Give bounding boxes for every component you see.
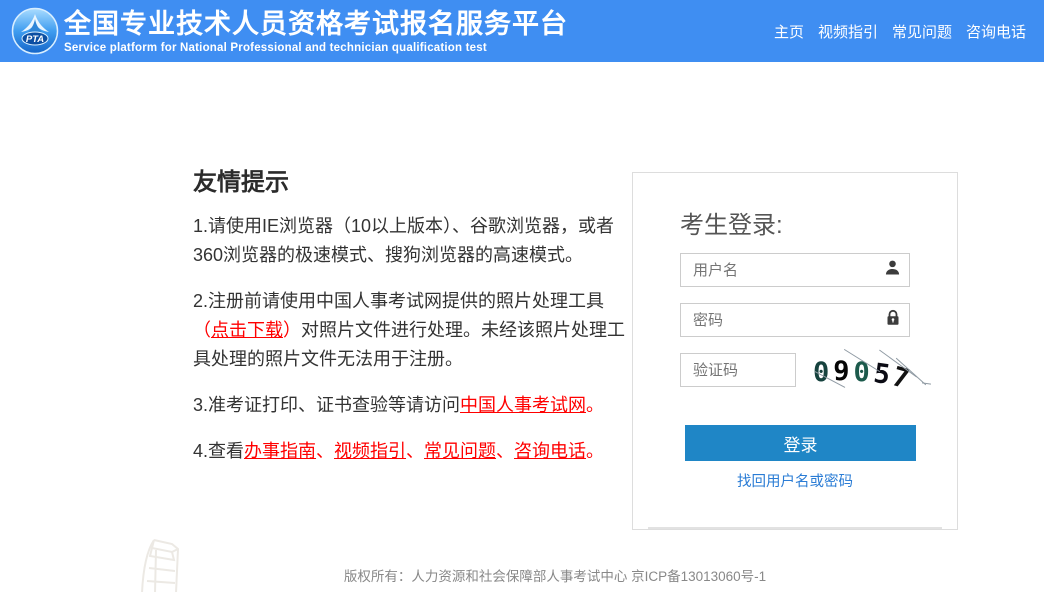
tip-cpta-period: 。 (586, 395, 604, 415)
lock-icon (885, 309, 901, 331)
captcha-image[interactable]: 09057 (813, 353, 931, 391)
login-title: 考生登录: (680, 205, 910, 240)
tips-title: 友情提示 (193, 162, 635, 197)
captcha-field (680, 353, 796, 387)
tip-resources-period: 。 (586, 441, 604, 461)
friendly-tips-section: 友情提示 1.请使用IE浏览器（10以上版本）、谷歌浏览器，或者360浏览器的极… (193, 162, 635, 483)
nav-faq-link[interactable]: 常见问题 (892, 21, 952, 42)
faq-link[interactable]: 常见问题 (424, 441, 496, 461)
user-icon (884, 259, 901, 281)
nav-home-link[interactable]: 主页 (774, 21, 804, 42)
logo-abbr: PTA (26, 34, 44, 45)
tip-resources-pre: 4.查看 (193, 441, 244, 461)
footer: 版权所有：人力资源和社会保障部人事考试中心 京ICP备13013060号-1 (0, 565, 1044, 585)
password-input[interactable] (680, 303, 910, 337)
captcha-input[interactable] (680, 353, 796, 387)
header-titles: 全国专业技术人员资格考试报名服务平台 Service platform for … (64, 9, 568, 54)
tip-photo-pre: 2.注册前请使用中国人事考试网提供的照片处理工具 (193, 291, 604, 311)
tip-photo-paren-open: （ (193, 320, 211, 340)
nav-video-guide-link[interactable]: 视频指引 (818, 21, 878, 42)
login-button[interactable]: 登录 (685, 425, 916, 461)
captcha-noise-line (922, 382, 931, 384)
tip-resources: 4.查看办事指南、视频指引、常见问题、咨询电话。 (193, 437, 635, 466)
download-photo-tool-link[interactable]: 点击下载 (211, 320, 283, 340)
tip-photo-tool: 2.注册前请使用中国人事考试网提供的照片处理工具（点击下载）对照片文件进行处理。… (193, 287, 635, 374)
tip-cpta: 3.准考证打印、证书查验等请访问中国人事考试网。 (193, 391, 635, 420)
username-field (680, 253, 910, 287)
username-input[interactable] (680, 253, 910, 287)
page: { "header": { "logo": { "abbr": "PTA" },… (0, 0, 1044, 592)
header-nav: 主页 视频指引 常见问题 咨询电话 (774, 21, 1026, 42)
site-logo-icon: PTA (11, 7, 59, 55)
tip-cpta-pre: 3.准考证打印、证书查验等请访问 (193, 395, 460, 415)
guide-link[interactable]: 办事指南 (244, 441, 316, 461)
login-panel: 考生登录: 09057 (632, 172, 958, 530)
tip-browser-text: 1.请使用IE浏览器（10以上版本）、谷歌浏览器，或者360浏览器的极速模式、搜… (193, 216, 614, 265)
cpta-website-link[interactable]: 中国人事考试网 (460, 395, 586, 415)
tip-photo-paren-close: ） (283, 320, 301, 340)
forgot-credentials-link[interactable]: 找回用户名或密码 (680, 470, 910, 491)
tip-browser: 1.请使用IE浏览器（10以上版本）、谷歌浏览器，或者360浏览器的极速模式、搜… (193, 212, 635, 270)
password-field (680, 303, 910, 337)
nav-hotline-link[interactable]: 咨询电话 (966, 21, 1026, 42)
header: PTA 全国专业技术人员资格考试报名服务平台 Service platform … (0, 0, 1044, 62)
captcha-row: 09057 (680, 353, 931, 391)
copyright-text: 版权所有：人力资源和社会保障部人事考试中心 京ICP备13013060号-1 (344, 569, 766, 584)
separator: 、 (496, 441, 514, 461)
hotline-link[interactable]: 咨询电话 (514, 441, 586, 461)
site-title: 全国专业技术人员资格考试报名服务平台 (64, 9, 568, 39)
site-subtitle: Service platform for National Profession… (64, 42, 568, 54)
separator: 、 (406, 441, 424, 461)
video-guide-link[interactable]: 视频指引 (334, 441, 406, 461)
separator: 、 (316, 441, 334, 461)
